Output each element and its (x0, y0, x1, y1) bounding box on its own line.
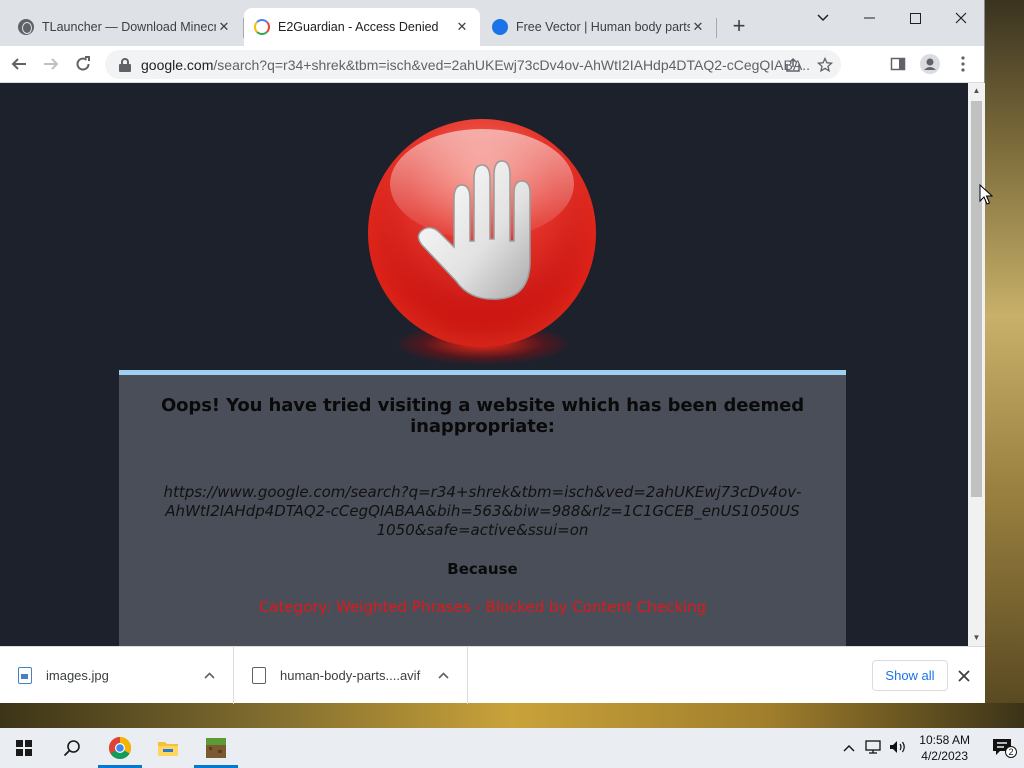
chevron-down-icon[interactable] (800, 0, 846, 36)
network-icon[interactable] (861, 739, 885, 757)
google-g-icon (254, 19, 270, 35)
side-panel-icon[interactable] (882, 48, 914, 80)
tab-divider (716, 18, 717, 38)
denial-heading: Oops! You have tried visiting a website … (160, 395, 805, 437)
stop-hand-graphic (368, 119, 598, 364)
close-icon[interactable] (958, 666, 970, 687)
url-host: google.com (141, 56, 214, 73)
profile-avatar[interactable] (914, 48, 946, 80)
block-page: Oops! You have tried visiting a website … (0, 83, 968, 646)
volume-icon[interactable] (885, 740, 911, 757)
desktop-wallpaper-edge (985, 0, 1024, 703)
download-item[interactable]: images.jpg (0, 646, 234, 704)
file-icon (252, 666, 266, 684)
forward-button[interactable] (35, 48, 67, 80)
tab-close-icon[interactable]: ✕ (690, 19, 706, 35)
because-label: Because (447, 560, 518, 578)
back-button[interactable] (3, 48, 35, 80)
blocked-url: https://www.google.com/search?q=r34+shre… (163, 483, 802, 539)
address-bar[interactable]: google.com/search?q=r34+shrek&tbm=isch&v… (105, 50, 841, 79)
download-shelf: images.jpg human-body-parts....avif Show… (0, 646, 985, 704)
url-path: /search?q=r34+shrek&tbm=isch&ved=2ahUKEw… (213, 56, 811, 73)
start-button[interactable] (0, 728, 48, 768)
chrome-icon[interactable] (96, 728, 144, 768)
chevron-up-icon[interactable] (438, 668, 449, 682)
bookmark-star-icon[interactable] (809, 49, 841, 81)
window-controls (800, 0, 984, 36)
mouse-cursor-icon (979, 184, 993, 205)
tab-title: TLauncher — Download Minecraft (42, 20, 216, 34)
maximize-icon[interactable] (892, 0, 938, 36)
tab-free-vector[interactable]: Free Vector | Human body parts ✕ (482, 8, 716, 46)
denial-panel: Oops! You have tried visiting a website … (119, 370, 846, 646)
tab-close-icon[interactable]: ✕ (216, 19, 232, 35)
omnibox-actions (777, 49, 841, 81)
scroll-thumb[interactable] (971, 101, 982, 497)
close-icon[interactable] (938, 0, 984, 36)
stop-hand-icon (368, 119, 596, 347)
browser-toolbar: google.com/search?q=r34+shrek&tbm=isch&v… (0, 46, 984, 83)
tab-access-denied[interactable]: E2Guardian - Access Denied ✕ (244, 8, 480, 46)
image-file-icon (18, 666, 32, 684)
lock-icon[interactable] (119, 57, 131, 72)
reload-button[interactable] (67, 48, 99, 80)
chevron-up-icon[interactable] (204, 668, 215, 682)
chevron-up-icon[interactable] (837, 741, 861, 755)
scroll-down-icon[interactable]: ▼ (972, 633, 981, 642)
desktop-wallpaper-strip (0, 703, 1024, 728)
system-tray: 10:58 AM 4/2/2023 2 (837, 728, 1024, 768)
url-text: google.com/search?q=r34+shrek&tbm=isch&v… (141, 57, 811, 73)
download-filename: images.jpg (46, 667, 109, 683)
clock-time: 10:58 AM (919, 733, 970, 747)
search-icon[interactable] (48, 728, 96, 768)
download-item[interactable]: human-body-parts....avif (234, 646, 468, 704)
tab-close-icon[interactable]: ✕ (454, 19, 470, 35)
clock-date: 4/2/2023 (921, 749, 968, 763)
notification-center-icon[interactable]: 2 (978, 738, 1024, 759)
block-category: Category: Weighted Phrases - Blocked by … (258, 598, 707, 616)
minecraft-icon[interactable] (192, 728, 240, 768)
taskbar-clock[interactable]: 10:58 AM 4/2/2023 (911, 732, 978, 764)
kebab-menu-icon[interactable] (947, 48, 979, 80)
download-filename: human-body-parts....avif (280, 667, 421, 683)
file-explorer-icon[interactable] (144, 728, 192, 768)
tab-title: Free Vector | Human body parts (516, 20, 690, 34)
scroll-up-icon[interactable]: ▲ (972, 86, 981, 95)
notification-badge: 2 (1005, 745, 1017, 758)
freepik-icon (492, 19, 508, 35)
tab-tlauncher[interactable]: TLauncher — Download Minecraft ✕ (8, 8, 242, 46)
minimize-icon[interactable] (846, 0, 892, 36)
tab-title: E2Guardian - Access Denied (278, 20, 439, 34)
vertical-scrollbar[interactable]: ▲ ▼ (968, 83, 985, 646)
windows-taskbar: 10:58 AM 4/2/2023 2 (0, 728, 1024, 768)
show-all-button[interactable]: Show all (872, 660, 948, 691)
tab-strip: TLauncher — Download Minecraft ✕ E2Guard… (0, 0, 984, 46)
new-tab-button[interactable]: + (728, 15, 750, 38)
windows-logo-icon (16, 740, 32, 756)
browser-window: TLauncher — Download Minecraft ✕ E2Guard… (0, 0, 985, 704)
globe-icon (18, 19, 34, 35)
share-icon[interactable] (777, 49, 809, 81)
